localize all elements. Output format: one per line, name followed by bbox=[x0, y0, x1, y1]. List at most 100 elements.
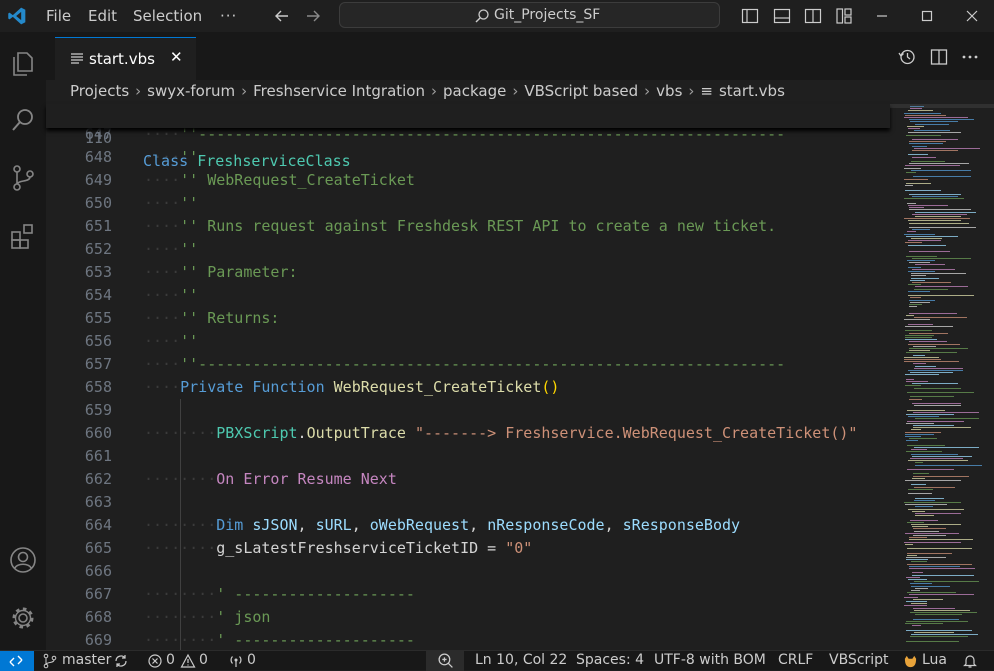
code-line[interactable]: 652 ····'' bbox=[46, 238, 890, 261]
minimap-line bbox=[909, 438, 937, 440]
code-token: ' -------------------- bbox=[216, 585, 415, 603]
forward-arrow-icon[interactable] bbox=[303, 6, 323, 26]
sticky-scroll-header[interactable]: 110 Class FreshserviceClass bbox=[46, 104, 890, 170]
indentation-setting[interactable]: Spaces: 4 bbox=[576, 652, 644, 668]
minimap-line bbox=[905, 326, 953, 327]
search-icon[interactable] bbox=[7, 104, 39, 136]
code-line[interactable]: 664 ········Dim sJSON, sURL, oWebRequest,… bbox=[46, 514, 890, 537]
minimap-line bbox=[910, 636, 968, 638]
file-encoding[interactable]: UTF-8 with BOM bbox=[654, 652, 766, 668]
toggle-secondary-sidebar-icon[interactable] bbox=[803, 6, 823, 26]
minimap-line bbox=[905, 480, 961, 481]
code-line[interactable]: 667 ········' -------------------- bbox=[46, 583, 890, 606]
minimap-line bbox=[914, 367, 963, 369]
code-line[interactable]: 655 ····'' Returns: bbox=[46, 307, 890, 330]
error-count[interactable]: 0 bbox=[166, 652, 175, 668]
code-line[interactable]: 663 bbox=[46, 491, 890, 514]
indent-whitespace: ···· bbox=[144, 286, 181, 304]
file-lines-icon: ≡ bbox=[700, 82, 713, 100]
git-branch-label[interactable]: master bbox=[62, 652, 111, 668]
notifications-bell-icon[interactable] bbox=[962, 653, 978, 669]
minimap-line bbox=[906, 381, 928, 382]
breadcrumb-item[interactable]: VBScript based bbox=[524, 82, 638, 100]
code-line[interactable]: 659 bbox=[46, 399, 890, 422]
code-line[interactable]: 669 ········' -------------------- bbox=[46, 629, 890, 650]
customize-layout-icon[interactable] bbox=[834, 6, 854, 26]
minimap-line bbox=[911, 585, 950, 587]
end-of-line[interactable]: CRLF bbox=[778, 652, 813, 668]
account-icon[interactable] bbox=[7, 544, 39, 576]
code-token: '' bbox=[180, 194, 199, 212]
minimap-line bbox=[907, 125, 924, 127]
code-line[interactable]: 657 ····''-------------------------------… bbox=[46, 353, 890, 376]
settings-gear-icon[interactable] bbox=[7, 602, 39, 634]
minimize-window-icon[interactable] bbox=[872, 6, 892, 26]
breadcrumb-item[interactable]: package bbox=[443, 82, 506, 100]
zoom-indicator[interactable] bbox=[426, 651, 464, 671]
minimap-line bbox=[909, 143, 943, 145]
code-line[interactable]: 662 ········On Error Resume Next bbox=[46, 468, 890, 491]
minimap-line bbox=[915, 264, 945, 266]
minimap-line bbox=[904, 502, 961, 503]
cursor-position[interactable]: Ln 10, Col 22 bbox=[475, 652, 567, 668]
code-line[interactable]: 658 ····Private Function WebRequest_Creat… bbox=[46, 376, 890, 399]
minimap-line bbox=[909, 119, 974, 121]
sticky-line: 110 Class FreshserviceClass bbox=[46, 104, 890, 170]
code-line[interactable]: 668 ········' json bbox=[46, 606, 890, 629]
minimap-line bbox=[908, 460, 968, 462]
close-window-icon[interactable] bbox=[962, 6, 982, 26]
timeline-history-icon[interactable] bbox=[897, 47, 917, 67]
ports-count[interactable]: 0 bbox=[247, 652, 256, 668]
split-editor-icon[interactable] bbox=[929, 47, 949, 67]
minimap-line bbox=[907, 552, 952, 554]
breadcrumb-item[interactable]: start.vbs bbox=[719, 82, 785, 100]
breadcrumb-item[interactable]: vbs bbox=[656, 82, 682, 100]
search-icon bbox=[475, 9, 489, 23]
lua-extension-label[interactable]: Lua bbox=[922, 652, 947, 668]
menu-selection[interactable]: Selection bbox=[133, 7, 202, 25]
menu-more[interactable]: ··· bbox=[220, 7, 237, 25]
extensions-icon[interactable] bbox=[7, 220, 39, 252]
toggle-primary-sidebar-icon[interactable] bbox=[740, 6, 760, 26]
sync-icon[interactable] bbox=[113, 653, 129, 669]
code-line[interactable]: 653 ····'' Parameter: bbox=[46, 261, 890, 284]
menu-file[interactable]: File bbox=[46, 7, 71, 25]
minimap-line bbox=[909, 222, 969, 224]
minimap-line bbox=[905, 114, 946, 116]
minimap-line bbox=[912, 150, 958, 151]
maximize-window-icon[interactable] bbox=[917, 6, 937, 26]
code-line[interactable]: 651 ····'' Runs request against Freshdesk… bbox=[46, 215, 890, 238]
minimap-line bbox=[908, 240, 941, 242]
menu-edit[interactable]: Edit bbox=[88, 7, 117, 25]
code-line[interactable]: 666 bbox=[46, 560, 890, 583]
source-control-icon[interactable] bbox=[7, 162, 39, 194]
breadcrumb-item[interactable]: Freshservice Intgration bbox=[253, 82, 425, 100]
code-token: Function bbox=[252, 378, 325, 396]
more-actions-icon[interactable] bbox=[960, 47, 980, 67]
minimap-line bbox=[904, 117, 968, 118]
warning-count[interactable]: 0 bbox=[199, 652, 208, 668]
minimap[interactable] bbox=[890, 104, 994, 650]
tab-close-icon[interactable]: ✕ bbox=[170, 48, 183, 66]
explorer-icon[interactable] bbox=[7, 48, 39, 80]
breadcrumb-item[interactable]: Projects bbox=[70, 82, 129, 100]
vscode-logo-icon bbox=[8, 7, 26, 25]
toggle-panel-icon[interactable] bbox=[772, 6, 792, 26]
code-line[interactable]: 661 bbox=[46, 445, 890, 468]
language-mode[interactable]: VBScript bbox=[829, 652, 889, 668]
code-line[interactable]: 654 ····'' bbox=[46, 284, 890, 307]
code-line[interactable]: 650 ····'' bbox=[46, 192, 890, 215]
code-line[interactable]: 656 ····'' bbox=[46, 330, 890, 353]
breadcrumb-item[interactable]: swyx-forum bbox=[147, 82, 235, 100]
tab-start-vbs[interactable]: start.vbs ✕ bbox=[55, 37, 196, 80]
minimap-line bbox=[913, 425, 954, 426]
minimap-line bbox=[904, 167, 921, 169]
command-center-search[interactable]: Git_Projects_SF bbox=[339, 2, 720, 28]
remote-indicator[interactable] bbox=[0, 651, 34, 671]
code-editor[interactable]: 647 ····''-------------------------------… bbox=[46, 104, 890, 650]
code-line[interactable]: 660 ········PBXScript.OutputTrace "------… bbox=[46, 422, 890, 445]
back-arrow-icon[interactable] bbox=[272, 6, 292, 26]
code-line[interactable]: 665 ········g_sLatestFreshserviceTicketID… bbox=[46, 537, 890, 560]
minimap-slider[interactable] bbox=[890, 104, 994, 108]
minimap-line bbox=[909, 141, 946, 143]
